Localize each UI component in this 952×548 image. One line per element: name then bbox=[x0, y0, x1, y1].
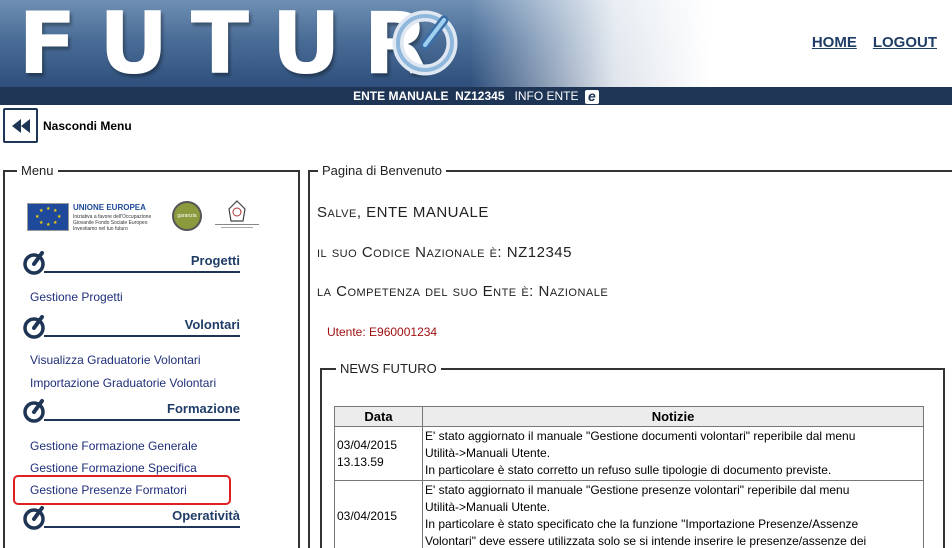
menu-item-visualizza-graduatorie[interactable]: Visualizza Graduatorie Volontari bbox=[30, 353, 201, 367]
news-panel: NEWS FUTURO Data Notizie 03/04/2015 13.1… bbox=[320, 361, 945, 548]
menu-legend: Menu bbox=[17, 163, 58, 178]
news-table: Data Notizie 03/04/2015 13.13.59 E' stat… bbox=[334, 406, 924, 548]
news-line: In particolare è stato specificato che l… bbox=[425, 517, 859, 531]
futuro-logo-text: FUTUR bbox=[18, 0, 452, 87]
section-underline bbox=[44, 526, 240, 528]
double-chevron-left-icon[interactable] bbox=[3, 108, 38, 143]
news-date: 03/04/2015 bbox=[334, 480, 423, 548]
section-underline bbox=[44, 419, 240, 421]
table-row: 03/04/2015 13.13.59 E' stato aggiornato … bbox=[334, 426, 924, 481]
ente-name: ENTE MANUALE bbox=[353, 89, 449, 103]
table-row: 03/04/2015 E' stato aggiornato il manual… bbox=[334, 480, 924, 548]
news-legend: NEWS FUTURO bbox=[336, 361, 441, 376]
menu-item-formazione-generale[interactable]: Gestione Formazione Generale bbox=[30, 439, 197, 453]
news-line: Utilità->Manuali Utente. bbox=[425, 500, 551, 514]
menu-item-gestione-progetti[interactable]: Gestione Progetti bbox=[30, 290, 123, 304]
info-ente-link[interactable]: INFO ENTE bbox=[515, 89, 579, 103]
sponsor-logos: ★ ★ ★ ★ ★ ★ ★ ★ UNIONE EUROPEA Iniziativa a f… bbox=[27, 197, 277, 245]
section-volontari: Volontari bbox=[20, 314, 240, 340]
column-header-notizie: Notizie bbox=[422, 406, 924, 427]
competenza-text: la Competenza del suo Ente è: Nazionale bbox=[317, 283, 609, 300]
garanzia-giovani-logo: garanzia giovani bbox=[172, 201, 202, 245]
news-line: Utilità->Manuali Utente. bbox=[425, 446, 551, 460]
section-progetti: Progetti bbox=[20, 250, 240, 276]
eu-subtitle: Iniziativa a favore dell'Occupazione Gio… bbox=[73, 214, 152, 232]
section-underline bbox=[44, 271, 240, 273]
futuro-logo-o-icon bbox=[392, 10, 458, 76]
hide-menu-label[interactable]: Nascondi Menu bbox=[43, 119, 132, 133]
logout-link[interactable]: LOGOUT bbox=[873, 34, 937, 51]
menu-item-formazione-specifica[interactable]: Gestione Formazione Specifica bbox=[30, 461, 197, 475]
greeting-text: Salve, ENTE MANUALE bbox=[317, 204, 489, 221]
section-underline bbox=[44, 335, 240, 337]
section-operativita: Operatività bbox=[20, 505, 240, 531]
info-ente-icon[interactable]: e bbox=[584, 89, 599, 104]
section-formazione: Formazione bbox=[20, 398, 240, 424]
section-title: Operatività bbox=[172, 508, 240, 523]
eu-flag-icon: ★ ★ ★ ★ ★ ★ ★ ★ bbox=[27, 203, 69, 231]
menu-item-importazione-graduatorie[interactable]: Importazione Graduatorie Volontari bbox=[30, 376, 216, 390]
section-title: Volontari bbox=[184, 317, 240, 332]
news-date: 03/04/2015 13.13.59 bbox=[334, 426, 423, 481]
home-link[interactable]: HOME bbox=[812, 34, 857, 51]
highlight-box bbox=[13, 475, 231, 505]
eu-title: UNIONE EUROPEA bbox=[73, 203, 146, 212]
hide-menu-control[interactable]: Nascondi Menu bbox=[3, 108, 132, 143]
news-line: E' stato aggiornato il manuale "Gestione… bbox=[425, 483, 850, 497]
ente-code: NZ12345 bbox=[455, 89, 505, 103]
welcome-panel: Pagina di Benvenuto Salve, ENTE MANUALE … bbox=[308, 163, 952, 548]
codice-nazionale-text: il suo Codice Nazionale è: NZ12345 bbox=[317, 244, 572, 261]
utente-text: Utente: E960001234 bbox=[327, 325, 438, 339]
news-text: E' stato aggiornato il manuale "Gestione… bbox=[422, 426, 924, 481]
news-line: E' stato aggiornato il manuale "Gestione… bbox=[425, 429, 856, 443]
news-line: In particolare è stato corretto un refus… bbox=[425, 463, 832, 477]
section-title: Formazione bbox=[167, 401, 240, 416]
ente-bar: ENTE MANUALE NZ12345 INFO ENTE e bbox=[0, 87, 952, 105]
news-line: Volontari" deve essere utilizzata solo s… bbox=[425, 534, 867, 548]
government-emblem-icon bbox=[215, 200, 259, 228]
news-text: E' stato aggiornato il manuale "Gestione… bbox=[422, 480, 924, 548]
section-title: Progetti bbox=[190, 253, 240, 268]
welcome-legend: Pagina di Benvenuto bbox=[318, 163, 446, 178]
app-header: FUTUR HOME LOGOUT bbox=[0, 0, 952, 87]
column-header-data: Data bbox=[334, 406, 423, 427]
